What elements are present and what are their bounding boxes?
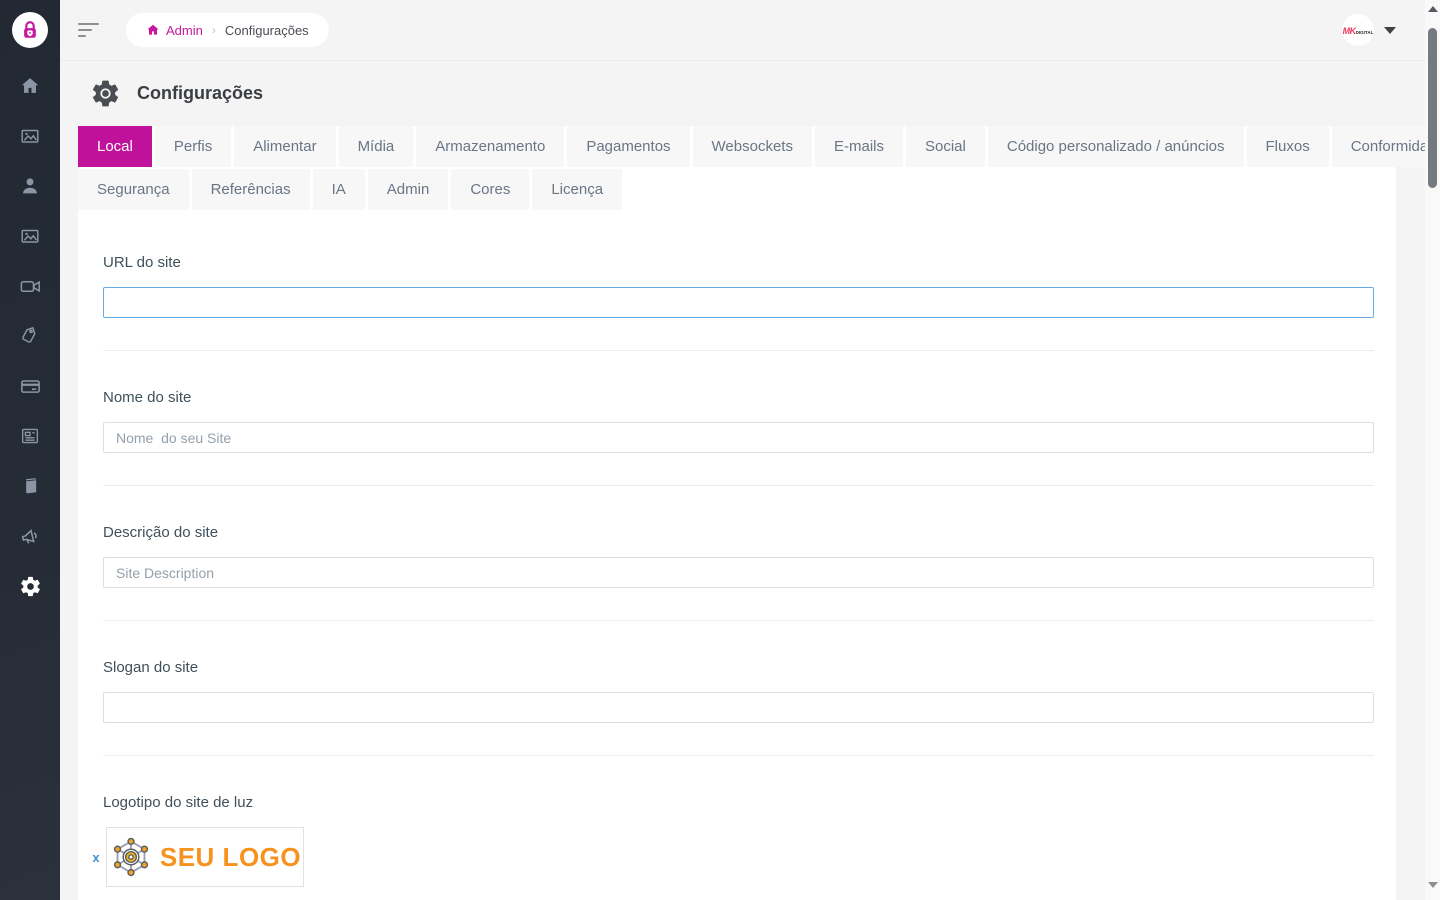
- main-area: Admin › Configurações MKDIGITAL Configur…: [60, 0, 1440, 900]
- tab-perfis[interactable]: Perfis: [155, 126, 231, 167]
- sidebar-item-home[interactable]: [0, 61, 60, 111]
- tab-local[interactable]: Local: [78, 126, 152, 167]
- scroll-down-arrow-icon[interactable]: [1425, 878, 1440, 892]
- photo-stack-icon: [19, 225, 41, 247]
- sidebar-item-videos[interactable]: [0, 261, 60, 311]
- divider: [103, 485, 1374, 486]
- local-settings-form: URL do site Nome do site Descrição do si…: [78, 212, 1396, 887]
- user-avatar[interactable]: MKDIGITAL: [1342, 14, 1374, 46]
- padlock-logo-icon: [19, 19, 41, 41]
- site-logo-light-label: Logotipo do site de luz: [103, 794, 1396, 811]
- page-title: Configurações: [137, 83, 263, 104]
- breadcrumb-admin-label: Admin: [166, 23, 203, 38]
- tag-icon: [19, 325, 41, 347]
- settings-panel: Local Perfis Alimentar Mídia Armazenamen…: [78, 126, 1396, 900]
- tab-armazenamento[interactable]: Armazenamento: [416, 126, 564, 167]
- divider: [103, 350, 1374, 351]
- tab-social[interactable]: Social: [906, 126, 985, 167]
- sidebar-item-news[interactable]: [0, 411, 60, 461]
- top-header: Admin › Configurações MKDIGITAL: [60, 0, 1440, 61]
- site-name-input[interactable]: [103, 422, 1374, 453]
- tab-fluxos[interactable]: Fluxos: [1247, 126, 1329, 167]
- breadcrumb-admin-link[interactable]: Admin: [146, 23, 203, 38]
- site-description-input[interactable]: [103, 557, 1374, 588]
- avatar-logo-digital: DIGITAL: [1356, 30, 1374, 35]
- breadcrumb-current: Configurações: [225, 23, 309, 38]
- tab-midia[interactable]: Mídia: [339, 126, 414, 167]
- megaphone-icon: [19, 525, 42, 548]
- sidebar-nav: [0, 61, 60, 611]
- site-url-input[interactable]: [103, 287, 1374, 318]
- tab-licenca[interactable]: Licença: [532, 169, 622, 210]
- scrollbar-thumb[interactable]: [1428, 28, 1437, 188]
- breadcrumb: Admin › Configurações: [126, 13, 329, 47]
- home-icon: [19, 75, 41, 97]
- sidebar-item-users[interactable]: [0, 161, 60, 211]
- images-icon: [19, 125, 41, 147]
- tab-row-2: Segurança Referências IA Admin Cores Lic…: [78, 169, 1396, 210]
- tab-alimentar[interactable]: Alimentar: [234, 126, 335, 167]
- sidebar: [0, 0, 60, 900]
- site-slogan-input[interactable]: [103, 692, 1374, 723]
- tab-admin[interactable]: Admin: [368, 169, 449, 210]
- page-title-bar: Configurações: [60, 61, 1440, 126]
- page-scrollbar[interactable]: [1425, 0, 1440, 900]
- user-icon: [19, 175, 41, 197]
- book-icon: [20, 476, 41, 497]
- chevron-right-icon: ›: [212, 23, 216, 37]
- tab-seguranca[interactable]: Segurança: [78, 169, 189, 210]
- scroll-up-arrow-icon[interactable]: [1425, 2, 1440, 16]
- menu-toggle-button[interactable]: [78, 19, 102, 41]
- video-camera-icon: [19, 275, 42, 298]
- sidebar-item-media-images[interactable]: [0, 111, 60, 161]
- tab-cores[interactable]: Cores: [451, 169, 529, 210]
- newspaper-icon: [19, 425, 41, 447]
- tab-websockets[interactable]: Websockets: [693, 126, 812, 167]
- sidebar-item-tags[interactable]: [0, 311, 60, 361]
- tab-conformidade[interactable]: Conformidade: [1332, 126, 1440, 167]
- sidebar-item-gallery[interactable]: [0, 211, 60, 261]
- chevron-down-icon[interactable]: [1384, 27, 1396, 34]
- gear-icon: [90, 78, 121, 109]
- remove-logo-button[interactable]: x: [86, 850, 106, 865]
- sidebar-item-announcements[interactable]: [0, 511, 60, 561]
- site-description-label: Descrição do site: [103, 524, 1396, 541]
- logo-text: SEU LOGO: [160, 842, 301, 873]
- tab-codigo-personalizado[interactable]: Código personalizado / anúncios: [988, 126, 1244, 167]
- site-slogan-label: Slogan do site: [103, 659, 1396, 676]
- logo-preview-box: SEU LOGO: [106, 827, 304, 887]
- divider: [103, 755, 1374, 756]
- logo-preview-row: x: [86, 827, 1396, 887]
- tab-referencias[interactable]: Referências: [192, 169, 310, 210]
- avatar-logo-mk: MK: [1343, 26, 1356, 36]
- tab-emails[interactable]: E-mails: [815, 126, 903, 167]
- tab-ia[interactable]: IA: [313, 169, 365, 210]
- tab-pagamentos[interactable]: Pagamentos: [567, 126, 689, 167]
- sidebar-item-payments[interactable]: [0, 361, 60, 411]
- gear-icon: [19, 575, 42, 598]
- tab-row-1: Local Perfis Alimentar Mídia Armazenamen…: [78, 126, 1396, 167]
- site-name-label: Nome do site: [103, 389, 1396, 406]
- sidebar-item-settings[interactable]: [0, 561, 60, 611]
- credit-card-icon: [19, 375, 42, 398]
- divider: [103, 620, 1374, 621]
- sidebar-item-book[interactable]: [0, 461, 60, 511]
- app-logo[interactable]: [12, 12, 48, 48]
- site-url-label: URL do site: [103, 254, 1396, 271]
- hex-network-logo-icon: [109, 835, 153, 879]
- home-icon: [146, 23, 160, 37]
